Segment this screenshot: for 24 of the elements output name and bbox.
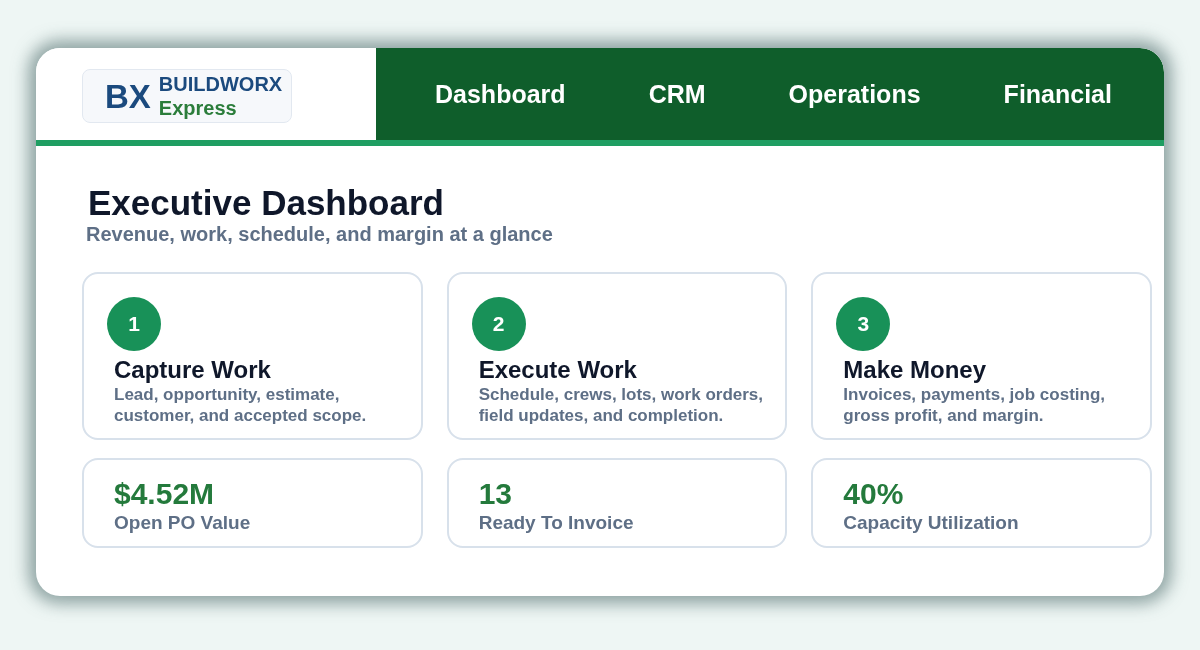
step-title: Make Money (842, 356, 987, 384)
metric-value: 13 (478, 476, 513, 511)
step-title: Execute Work (477, 356, 637, 384)
step-number: 1 (107, 297, 161, 351)
brand-tagline: Express (158, 96, 238, 120)
logo-monogram: BX (105, 79, 151, 113)
step-description: Schedule, crews, lots, work orders, field updates, and completion. (477, 384, 765, 426)
nav-link[interactable]: Dashboard (435, 79, 566, 109)
metric-label: Capacity Utilization (843, 511, 1019, 534)
step-number: 2 (471, 297, 526, 351)
nav-link[interactable]: CRM (648, 79, 706, 109)
step-title: Capture Work (113, 356, 271, 384)
brand-name: BUILDWORX (158, 72, 283, 96)
metric-label: Open PO Value (114, 511, 251, 534)
page-subtitle: Revenue, work, schedule, and margin at a glance (85, 222, 553, 246)
metric-value: 40% (843, 476, 904, 511)
nav-link[interactable]: Financial (1003, 79, 1112, 109)
step-number: 3 (836, 297, 891, 351)
metric-label: Ready To Invoice (478, 511, 634, 534)
step-description: Invoices, payments, job costing, gross profit, and margin. (842, 384, 1106, 426)
nav-link[interactable]: Operations (788, 79, 921, 109)
page-title: Executive Dashboard (87, 184, 444, 222)
metric-value: $4.52M (114, 476, 215, 511)
step-description: Lead, opportunity, estimate, customer, and accepted scope. (113, 384, 368, 426)
